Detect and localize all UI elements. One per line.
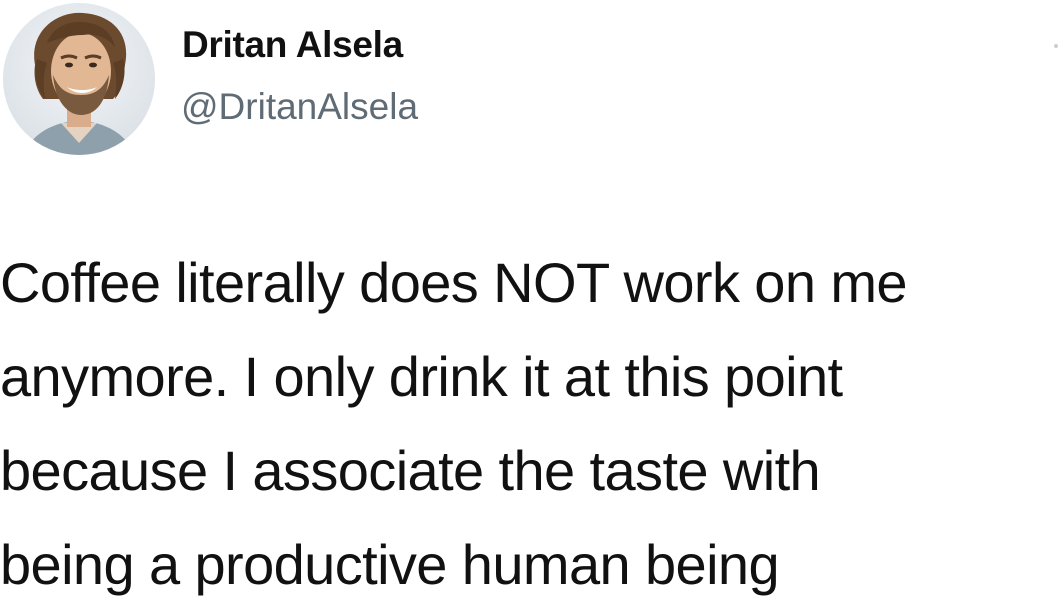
profile-photo-icon bbox=[3, 3, 155, 155]
author-display-name[interactable]: Dritan Alsela bbox=[182, 24, 403, 66]
more-options-icon[interactable] bbox=[1054, 44, 1058, 48]
tweet-line: because I associate the taste with bbox=[0, 439, 821, 502]
author-handle[interactable]: @DritanAlsela bbox=[181, 86, 418, 128]
tweet-line: Coffee literally does NOT work on me bbox=[0, 251, 908, 314]
tweet-line: being a productive human being bbox=[0, 533, 780, 596]
tweet-line: anymore. I only drink it at this point bbox=[0, 345, 843, 408]
tweet-text: Coffee literally does NOT work on me any… bbox=[0, 236, 1060, 612]
avatar[interactable] bbox=[3, 3, 155, 155]
tweet-card: Dritan Alsela @DritanAlsela Coffee liter… bbox=[0, 0, 1060, 608]
